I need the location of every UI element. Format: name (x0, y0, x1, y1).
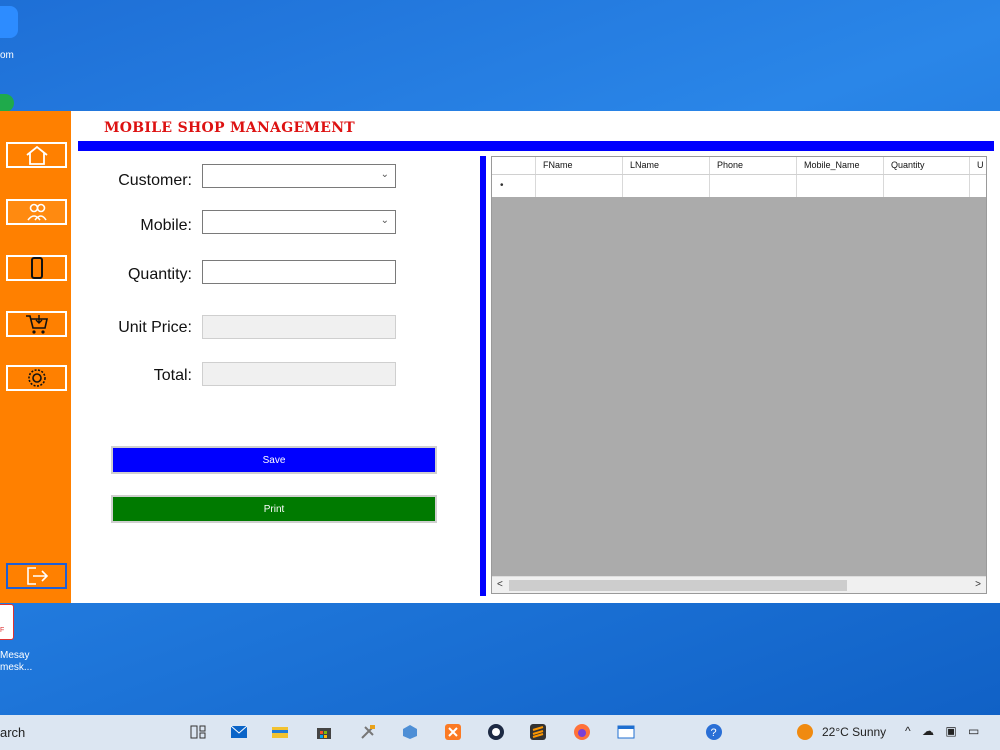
column-header[interactable]: Quantity (884, 157, 970, 174)
logout-icon (26, 567, 48, 585)
column-header[interactable]: Phone (710, 157, 797, 174)
chevron-down-icon: ⌄ (380, 169, 389, 180)
taskbar: arch ? 22°C Sunny ^ ☁ ▣ ▭ (0, 715, 1000, 750)
chevron-up-icon[interactable]: ^ (905, 724, 915, 738)
app-window-taskbar-icon[interactable] (616, 722, 636, 742)
chevron-down-icon: ⌄ (380, 215, 389, 226)
virtualbox-icon[interactable] (400, 722, 420, 742)
battery-icon[interactable]: ▭ (968, 724, 983, 738)
sales-data-grid[interactable]: FName LName Phone Mobile_Name Quantity U… (491, 156, 987, 594)
grid-divider-bar (480, 156, 486, 596)
weather-text[interactable]: 22°C Sunny (822, 725, 886, 739)
task-view-icon[interactable] (188, 722, 208, 742)
table-cell[interactable] (710, 175, 797, 197)
unit-price-label: Unit Price: (118, 319, 192, 336)
taskbar-search-text[interactable]: arch (0, 725, 25, 740)
weather-icon[interactable] (797, 724, 813, 740)
desktop-green-app-icon[interactable] (0, 94, 14, 112)
scroll-right-icon[interactable]: > (975, 579, 981, 590)
app-window: MOBILE SHOP MANAGEMENT Customer: ⌄ Mobil… (0, 111, 1000, 603)
customers-nav-button[interactable] (6, 199, 67, 225)
cloud-icon[interactable]: ☁ (922, 724, 938, 738)
sidebar (0, 111, 71, 603)
svg-text:?: ? (711, 727, 717, 739)
tools-icon[interactable] (358, 722, 378, 742)
scrollbar-thumb[interactable] (509, 580, 847, 591)
home-icon (25, 145, 48, 165)
table-cell[interactable] (536, 175, 623, 197)
table-cell[interactable] (623, 175, 710, 197)
grid-header-row: FName LName Phone Mobile_Name Quantity U (492, 157, 986, 175)
mail-icon[interactable] (229, 722, 249, 742)
quantity-label: Quantity: (127, 266, 192, 283)
row-header-corner (492, 157, 536, 174)
table-cell[interactable] (970, 175, 986, 197)
quantity-input[interactable] (202, 260, 396, 284)
customer-combobox[interactable]: ⌄ (202, 164, 396, 188)
pdf-file-label: Mesay mesk... (0, 650, 32, 674)
title-underline-bar (78, 141, 994, 151)
file-explorer-icon[interactable] (270, 722, 290, 742)
unit-price-field (202, 315, 396, 339)
new-row-marker: • (492, 175, 536, 197)
zoom-app-label: om (0, 50, 14, 61)
column-header[interactable]: FName (536, 157, 623, 174)
print-button[interactable]: Print (111, 495, 437, 523)
pdf-file-label-line2: mesk... (0, 662, 33, 673)
customer-label: Customer: (118, 172, 192, 189)
mobiles-nav-button[interactable] (6, 255, 67, 281)
table-cell[interactable] (884, 175, 970, 197)
xampp-icon[interactable] (443, 722, 463, 742)
pdf-file-icon[interactable]: F (0, 604, 14, 640)
mobile-label: Mobile: (140, 217, 192, 234)
wamp-icon[interactable] (486, 722, 506, 742)
total-field (202, 362, 396, 386)
zoom-app-icon[interactable] (0, 6, 18, 38)
gear-icon (27, 369, 46, 387)
users-icon (26, 203, 47, 221)
mobile-combobox[interactable]: ⌄ (202, 210, 396, 234)
horizontal-scrollbar[interactable]: < > (492, 576, 986, 593)
column-header[interactable]: LName (623, 157, 710, 174)
page-title: MOBILE SHOP MANAGEMENT (104, 120, 356, 136)
pdf-file-badge: F (0, 627, 5, 634)
system-tray[interactable]: ^ ☁ ▣ ▭ (905, 724, 983, 738)
phone-icon (30, 257, 43, 279)
scroll-left-icon[interactable]: < (497, 579, 503, 590)
help-icon[interactable]: ? (704, 722, 724, 742)
save-button[interactable]: Save (111, 446, 437, 474)
column-header[interactable]: U (970, 157, 986, 174)
pdf-file-label-line1: Mesay (0, 650, 30, 661)
tray-app-icon[interactable]: ▣ (945, 724, 960, 738)
sales-nav-button[interactable] (6, 311, 67, 337)
total-label: Total: (153, 367, 192, 384)
table-row[interactable]: • (492, 175, 986, 197)
sublime-icon[interactable] (528, 722, 548, 742)
settings-nav-button[interactable] (6, 365, 67, 391)
firefox-icon[interactable] (572, 722, 592, 742)
logout-nav-button[interactable] (6, 563, 67, 589)
home-nav-button[interactable] (6, 142, 67, 168)
table-cell[interactable] (797, 175, 884, 197)
store-icon[interactable] (314, 722, 334, 742)
cart-icon (25, 315, 48, 334)
column-header[interactable]: Mobile_Name (797, 157, 884, 174)
